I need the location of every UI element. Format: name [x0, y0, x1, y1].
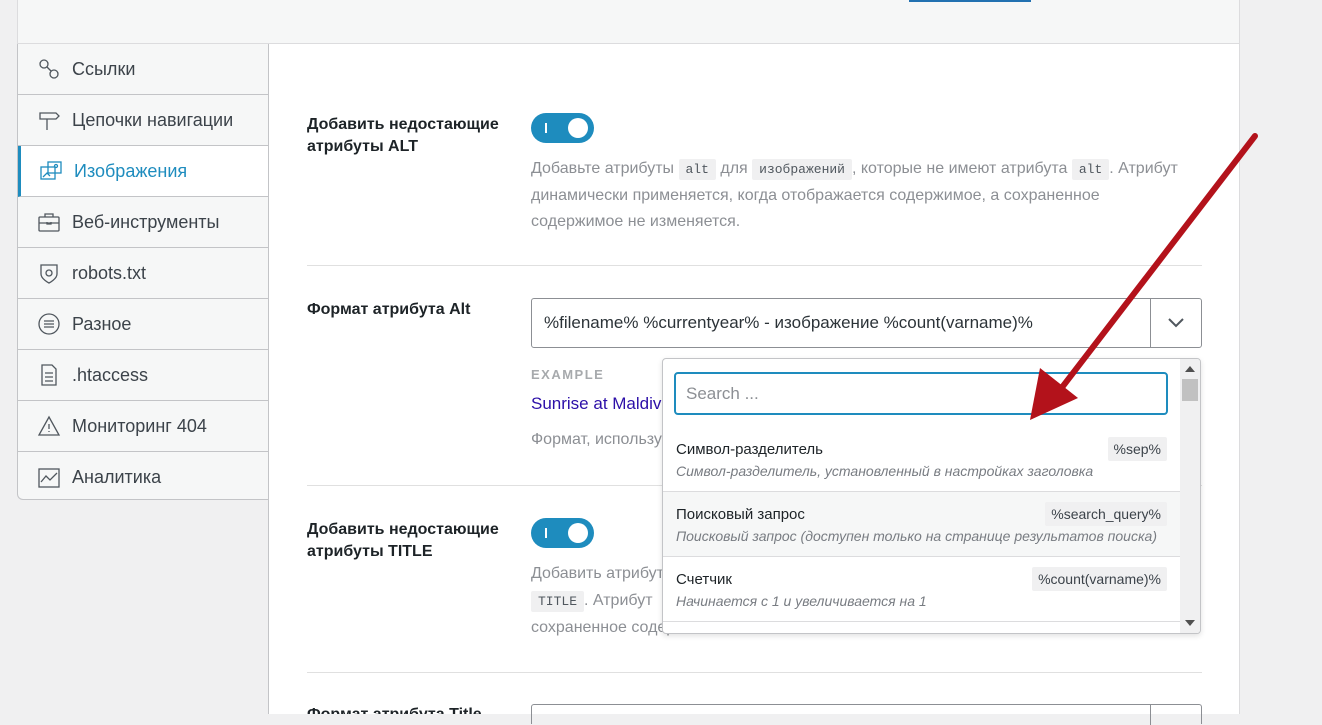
- sidebar-item-label: Изображения: [74, 160, 188, 181]
- alt-format-value: %filename% %currentyear% - изображение %…: [544, 313, 1033, 332]
- sidebar-item-label: Ссылки: [72, 58, 136, 79]
- dropdown-item-desc: Начинается с 1 и увеличивается на 1: [676, 593, 927, 609]
- sidebar-item-robots[interactable]: robots.txt: [18, 248, 268, 299]
- chart-icon: [36, 465, 62, 491]
- title-missing-description-3: сохраненное содержимое: [531, 619, 671, 636]
- title-missing-description-1: Добавить атрибуты: [531, 565, 671, 582]
- scroll-thumb[interactable]: [1182, 379, 1198, 401]
- dropdown-item-var: %search_query%: [1045, 502, 1167, 526]
- sidebar-item-label: Разное: [72, 313, 132, 334]
- warning-icon: [36, 413, 62, 439]
- dropdown-item-search-query[interactable]: Поисковый запрос %search_query% Поисковы…: [663, 492, 1180, 557]
- link-icon: [36, 56, 62, 82]
- shield-icon: [36, 260, 62, 286]
- alt-missing-label: Добавить недостающие атрибуты ALT: [307, 116, 499, 155]
- dropdown-item-sep[interactable]: Символ-разделитель %sep% Символ-разделит…: [663, 427, 1180, 492]
- sidebar: Ссылки Цепочки навигации Изображения Веб…: [17, 44, 269, 503]
- dropdown-search-input[interactable]: [674, 372, 1168, 415]
- sidebar-item-label: Мониторинг 404: [72, 415, 207, 436]
- divider: [307, 265, 1202, 266]
- title-missing-label: Добавить недостающие атрибуты TITLE: [307, 521, 499, 560]
- sidebar-item-links[interactable]: Ссылки: [18, 44, 268, 95]
- dropdown-item-var: %sep%: [1107, 437, 1167, 461]
- title-missing-description-2: TITLE. Атрибут: [531, 588, 671, 615]
- dropdown-item-title: Символ-разделитель: [676, 441, 823, 458]
- dropdown-item-var: %count(varname)%: [1032, 567, 1167, 591]
- dropdown-scrollbar[interactable]: [1180, 359, 1200, 633]
- sidebar-item-label: .htaccess: [72, 364, 149, 385]
- signpost-icon: [36, 107, 62, 133]
- sidebar-item-misc[interactable]: Разное: [18, 299, 268, 350]
- sidebar-item-analytics[interactable]: Аналитика: [18, 452, 268, 503]
- dropdown-item-count[interactable]: Счетчик %count(varname)% Начинается с 1 …: [663, 557, 1180, 622]
- scroll-down-icon[interactable]: [1185, 620, 1195, 626]
- sidebar-item-label: Аналитика: [72, 467, 162, 487]
- images-icon: [38, 158, 64, 184]
- link-underline: [909, 0, 1031, 2]
- dropdown-list: Символ-разделитель %sep% Символ-разделит…: [663, 427, 1180, 622]
- alt-format-label: Формат атрибута Alt: [307, 301, 471, 318]
- chevron-down-icon[interactable]: [1150, 299, 1201, 347]
- example-label: EXAMPLE: [531, 367, 605, 382]
- sidebar-item-breadcrumbs[interactable]: Цепочки навигации: [18, 95, 268, 146]
- title-missing-toggle[interactable]: [531, 518, 594, 548]
- alt-missing-description: Добавьте атрибуты alt для изображений, к…: [531, 159, 1178, 230]
- scroll-up-icon[interactable]: [1185, 366, 1195, 372]
- divider: [307, 672, 1202, 673]
- sidebar-item-label: robots.txt: [72, 262, 147, 283]
- sidebar-item-label: Веб-инструменты: [72, 211, 220, 232]
- variable-dropdown: Символ-разделитель %sep% Символ-разделит…: [662, 358, 1201, 634]
- sidebar-item-webmaster-tools[interactable]: Веб-инструменты: [18, 197, 268, 248]
- briefcase-icon: [36, 209, 62, 235]
- format-note: Формат, используемый: [531, 431, 671, 448]
- sidebar-item-images[interactable]: Изображения: [18, 146, 269, 197]
- sidebar-item-label: Цепочки навигации: [72, 109, 234, 130]
- title-format-select[interactable]: [531, 704, 1202, 725]
- example-value: Sunrise at Maldives: [531, 394, 671, 413]
- sidebar-item-404-monitor[interactable]: Мониторинг 404: [18, 401, 268, 452]
- dropdown-item-desc: Символ-разделитель, установленный в наст…: [676, 463, 1094, 479]
- sidebar-item-htaccess[interactable]: .htaccess: [18, 350, 268, 401]
- alt-format-select[interactable]: %filename% %currentyear% - изображение %…: [531, 298, 1202, 348]
- file-icon: [36, 362, 62, 388]
- list-circle-icon: [36, 311, 62, 337]
- top-bar: [17, 0, 1240, 44]
- dropdown-item-desc: Поисковый запрос (доступен только на стр…: [676, 528, 1157, 544]
- title-format-label: Формат атрибута Title: [307, 704, 517, 714]
- alt-missing-toggle[interactable]: [531, 113, 594, 143]
